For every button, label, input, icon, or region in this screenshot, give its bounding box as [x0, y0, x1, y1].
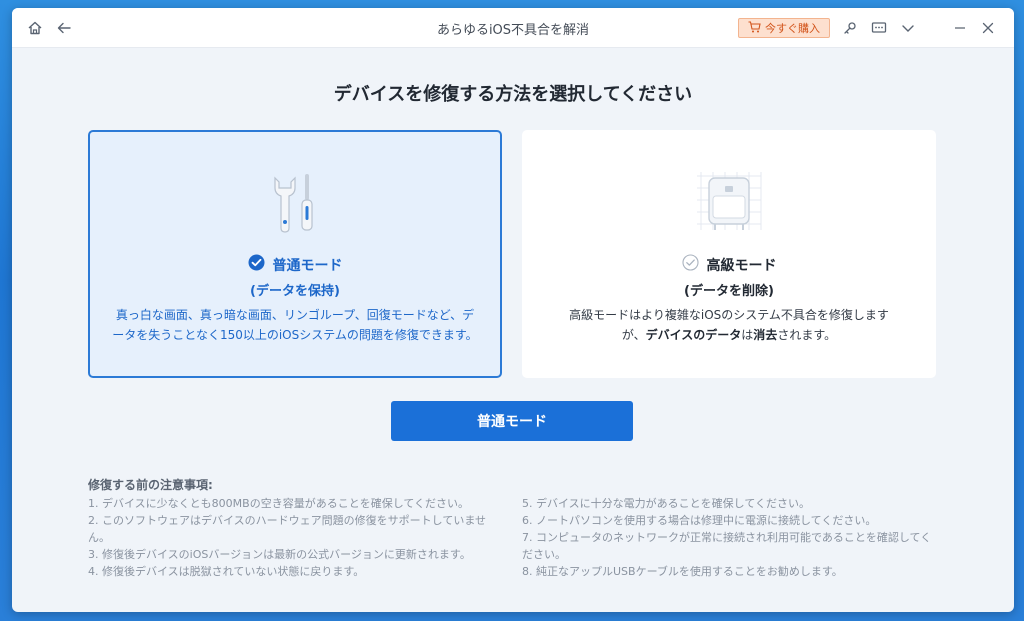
buy-now-label: 今すぐ購入 [765, 22, 820, 35]
note-item: 3. 修復後デバイスのiOSバージョンは最新の公式バージョンに更新されます。 [88, 548, 471, 561]
standard-mode-description: 真っ白な画面、真っ暗な画面、リンゴループ、回復モードなど、データを失うことなく1… [112, 308, 478, 342]
standard-mode-subtitle: (データを保持) [250, 284, 340, 299]
advanced-desc-text-4: されます。 [777, 328, 837, 342]
note-item: 6. ノートパソコンを使用する場合は修理中に電源に接続してください。 [522, 514, 877, 527]
page-heading: デバイスを修復する方法を選択してください [333, 84, 693, 105]
app-window: あらゆるiOS不具合を解消 今すぐ購入 デバイスを修復する方法を選択してください [12, 8, 1014, 612]
advanced-mode-card[interactable]: 高級モード (データを削除) 高級モードはより複雑なiOSのシステム不具合を修復… [522, 130, 936, 378]
window-title: あらゆるiOS不具合を解消 [436, 23, 590, 38]
advanced-desc-bold-2: 消去 [753, 328, 778, 342]
advanced-desc-text-3: は [741, 328, 754, 342]
tools-icon [265, 170, 325, 238]
advanced-mode-description: 高級モードはより複雑なiOSのシステム不具合を修復します が、デバイスのデータは… [544, 305, 914, 345]
note-item: 5. デバイスに十分な電力があることを確保してください。 [522, 497, 810, 510]
close-icon[interactable] [978, 18, 998, 38]
selected-check-icon [248, 254, 265, 275]
chevron-down-icon[interactable] [898, 18, 918, 38]
advanced-desc-text-2: が、 [621, 328, 646, 342]
notes-title: 修復する前の注意事項: [88, 478, 213, 492]
standard-mode-title: 普通モード [272, 257, 343, 274]
advanced-mode-subtitle: (データを削除) [684, 284, 774, 299]
note-item: 2. このソフトウェアはデバイスのハードウェア問題の修復をサポートしていません。 [88, 514, 486, 544]
device-reset-icon [689, 166, 769, 242]
standard-mode-start-button[interactable]: 普通モード [391, 401, 633, 441]
notes-list-right: 5. デバイスに十分な電力があることを確保してください。 6. ノートパソコンを… [522, 495, 936, 580]
note-item: 4. 修復後デバイスは脱獄されていない状態に戻ります。 [88, 565, 365, 578]
standard-mode-card[interactable]: 普通モード (データを保持) 真っ白な画面、真っ暗な画面、リンゴループ、回復モー… [88, 130, 502, 378]
key-icon[interactable] [840, 18, 860, 38]
cart-icon [748, 20, 761, 36]
title-bar: あらゆるiOS不具合を解消 今すぐ購入 [12, 8, 1014, 48]
feedback-icon[interactable] [869, 18, 889, 38]
note-item: 1. デバイスに少なくとも800MBの空き容量があることを確保してください。 [88, 497, 470, 510]
note-item: 8. 純正なアップルUSBケーブルを使用することをお勧めします。 [522, 565, 843, 578]
minimize-icon[interactable] [950, 18, 970, 38]
advanced-desc-text-1: 高級モードはより複雑なiOSのシステム不具合を修復します [569, 308, 889, 322]
unselected-check-icon [681, 254, 699, 275]
advanced-mode-title: 高級モード [706, 257, 777, 274]
buy-now-button[interactable]: 今すぐ購入 [738, 18, 830, 38]
note-item: 7. コンピュータのネットワークが正常に接続され利用可能であることを確認してくだ… [522, 531, 932, 561]
notes-list-left: 1. デバイスに少なくとも800MBの空き容量があることを確保してください。 2… [88, 495, 502, 580]
advanced-desc-bold-1: デバイスのデータ [645, 328, 742, 342]
